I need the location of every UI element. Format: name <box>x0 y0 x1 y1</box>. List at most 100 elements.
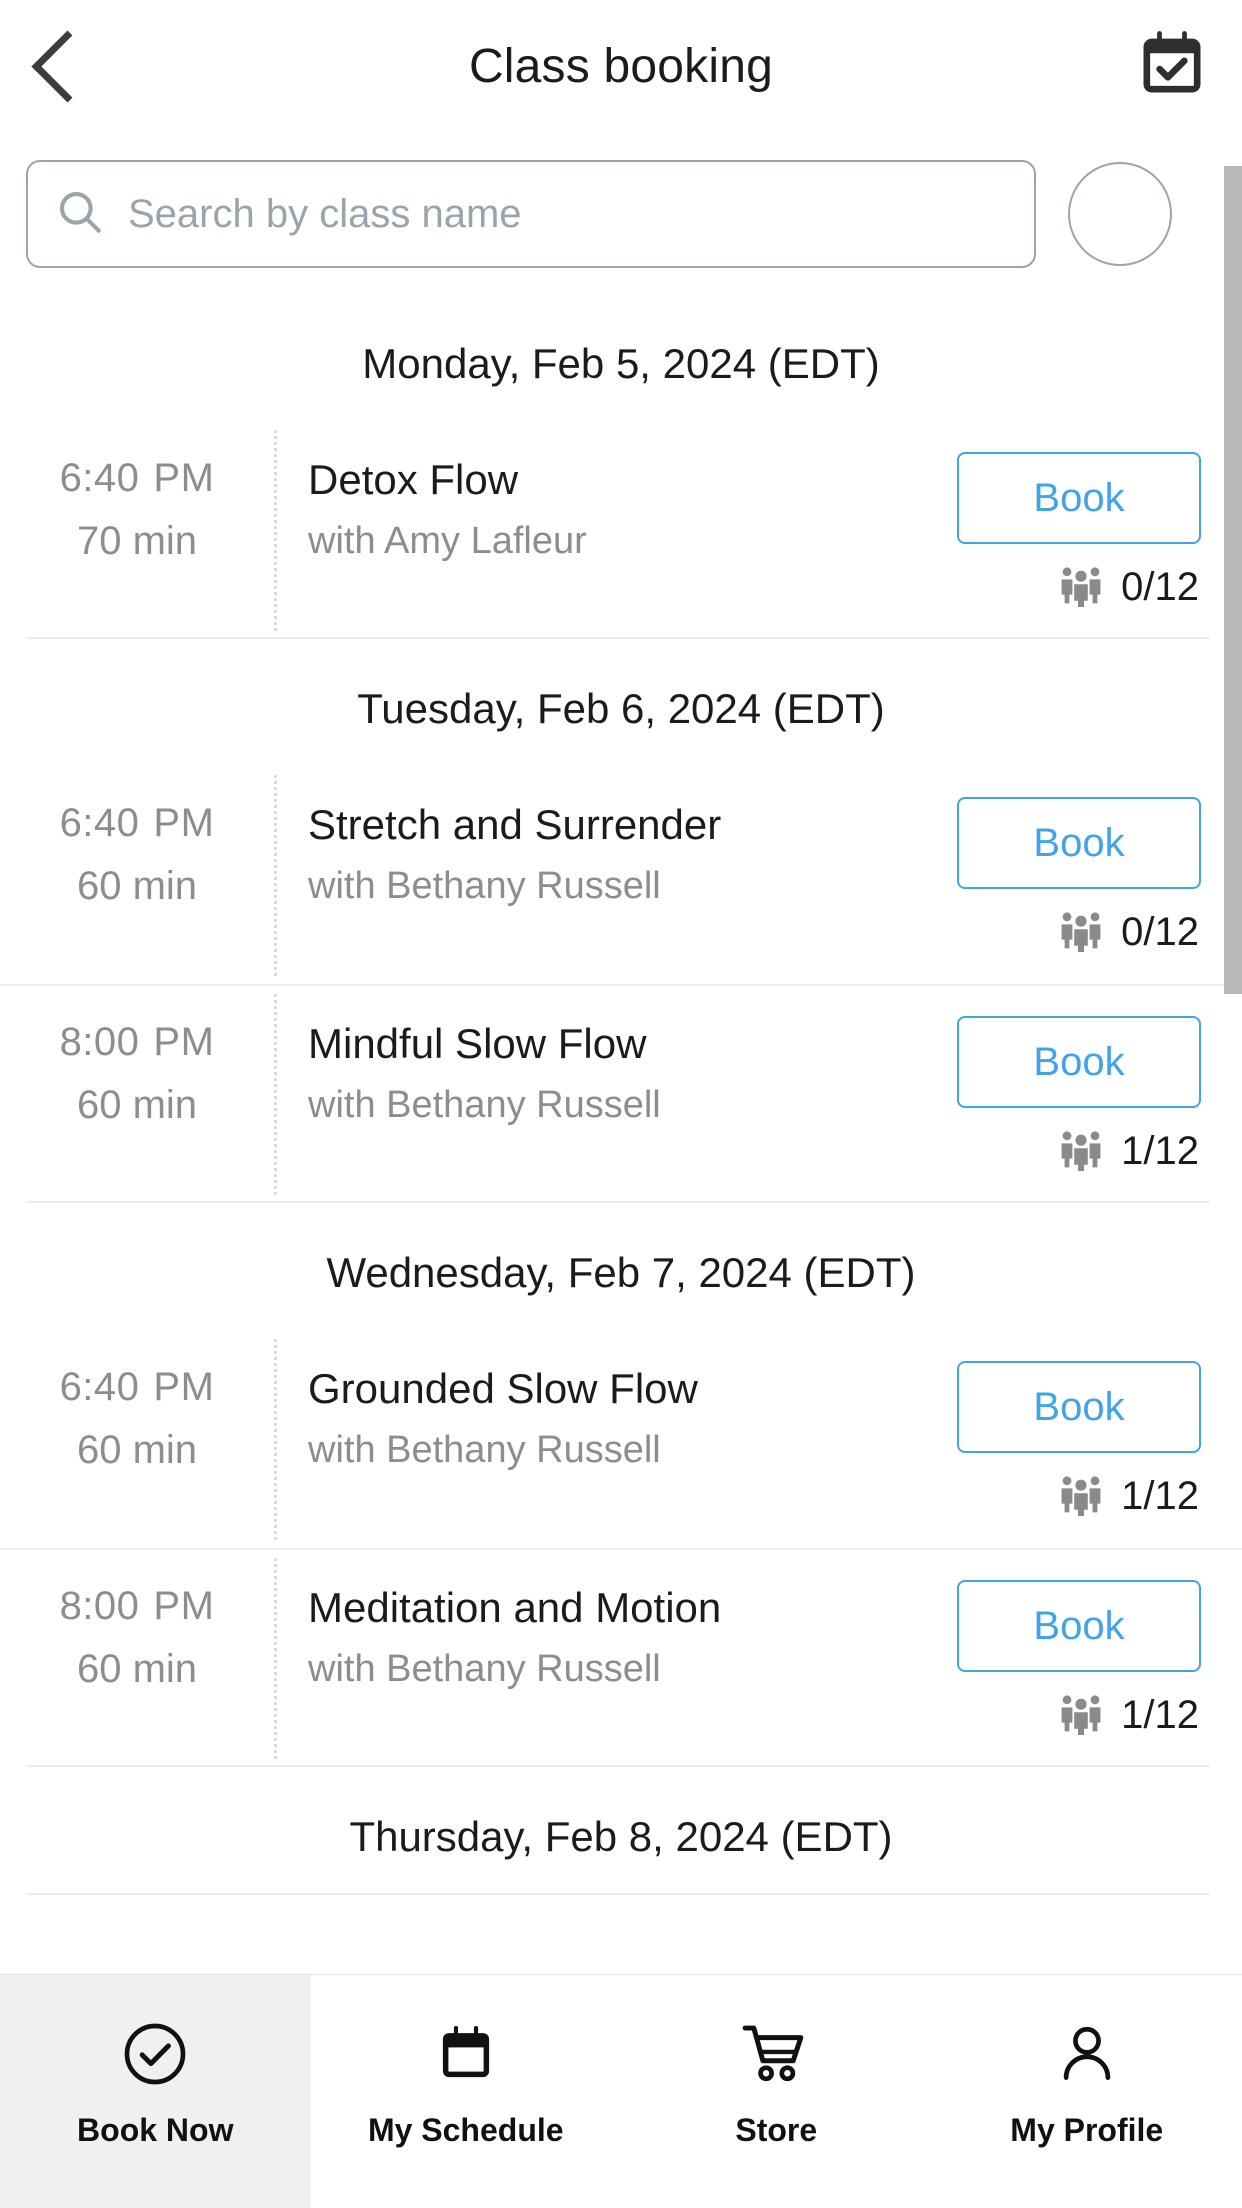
nav-item-label: Book Now <box>77 2112 234 2148</box>
calendar-check-button[interactable] <box>1102 25 1242 108</box>
nav-item-label: My Profile <box>1010 2112 1164 2148</box>
class-teacher: with Amy Lafleur <box>308 520 587 562</box>
calendar-check-icon <box>1134 25 1210 108</box>
class-capacity: 1/12 <box>957 1471 1201 1522</box>
class-info-column: Grounded Slow Flow with Bethany Russell <box>274 1361 944 1472</box>
class-time-value: 8:00 <box>59 1020 140 1064</box>
class-time-column: 8:00 PM 60 min <box>0 1016 274 1128</box>
day-block: Monday, Feb 5, 2024 (EDT) 6:40 PM 70 min Det… <box>0 294 1242 639</box>
people-group-icon <box>1057 907 1105 958</box>
class-time-value: 6:40 <box>59 801 140 845</box>
class-duration: 70 min <box>76 519 198 563</box>
class-time-column: 8:00 PM 60 min <box>0 1580 274 1692</box>
scrollbar[interactable] <box>1224 132 1242 2208</box>
class-time-ampm: PM <box>153 1365 215 1409</box>
class-capacity: 1/12 <box>957 1690 1201 1741</box>
class-time-ampm: PM <box>153 1020 215 1064</box>
class-time: 6:40 PM <box>0 801 274 846</box>
class-duration: 60 min <box>76 1428 198 1472</box>
row-divider <box>274 994 277 1195</box>
nav-item-my-profile[interactable]: My Profile <box>932 1975 1242 2208</box>
check-circle-icon <box>120 2012 190 2096</box>
row-divider <box>274 775 277 976</box>
nav-item-label: Store <box>735 2112 818 2148</box>
class-action-column: Book 1/12 <box>944 1016 1242 1177</box>
class-time-value: 6:40 <box>59 1365 140 1409</box>
class-time-value: 6:40 <box>59 456 140 500</box>
class-capacity: 0/12 <box>957 907 1201 958</box>
class-duration: 60 min <box>76 1083 198 1127</box>
day-block: Thursday, Feb 8, 2024 (EDT) <box>0 1767 1242 1895</box>
search-icon <box>54 186 106 243</box>
class-time-ampm: PM <box>153 801 215 845</box>
class-row[interactable]: 6:40 PM 70 min Detox Flow with Amy Lafleur Bo… <box>0 422 1242 639</box>
class-action-column: Book 0/12 <box>944 452 1242 613</box>
class-time-column: 6:40 PM 60 min <box>0 797 274 909</box>
bottom-navigation: Book Now My Schedule Store My Profile <box>0 1974 1242 2208</box>
shopping-cart-icon <box>738 2012 814 2096</box>
class-row[interactable]: 8:00 PM 60 min Meditation and Motion with Be… <box>0 1548 1242 1767</box>
class-row[interactable]: 6:40 PM 60 min Grounded Slow Flow with Betha… <box>0 1331 1242 1548</box>
class-duration: 60 min <box>76 1647 198 1691</box>
day-header: Monday, Feb 5, 2024 (EDT) <box>362 340 880 387</box>
book-button[interactable]: Book <box>957 797 1201 889</box>
class-row[interactable]: 8:00 PM 60 min Mindful Slow Flow with Bethan… <box>0 984 1242 1203</box>
class-schedule-list: Monday, Feb 5, 2024 (EDT) 6:40 PM 70 min Det… <box>0 294 1242 1895</box>
day-header: Wednesday, Feb 7, 2024 (EDT) <box>326 1249 916 1296</box>
class-time: 6:40 PM <box>0 456 274 501</box>
row-divider <box>274 430 277 631</box>
nav-item-store[interactable]: Store <box>621 1975 932 2208</box>
people-group-icon <box>1057 1126 1105 1177</box>
class-name: Detox Flow <box>308 456 519 503</box>
class-time-ampm: PM <box>153 1584 215 1628</box>
class-capacity-text: 0/12 <box>1121 910 1199 954</box>
class-teacher: with Bethany Russell <box>308 1429 661 1471</box>
people-group-icon <box>1057 562 1105 613</box>
class-info-column: Mindful Slow Flow with Bethany Russell <box>274 1016 944 1127</box>
row-divider <box>274 1339 277 1540</box>
class-row[interactable]: 6:40 PM 60 min Stretch and Surrender with Be… <box>0 767 1242 984</box>
book-button[interactable]: Book <box>957 1580 1201 1672</box>
class-duration: 60 min <box>76 864 198 908</box>
book-button[interactable]: Book <box>957 1361 1201 1453</box>
class-name: Meditation and Motion <box>308 1584 722 1631</box>
search-box[interactable] <box>26 160 1036 268</box>
class-capacity-text: 1/12 <box>1121 1129 1199 1173</box>
class-time-column: 6:40 PM 60 min <box>0 1361 274 1473</box>
book-button[interactable]: Book <box>957 1016 1201 1108</box>
chevron-left-icon <box>30 29 104 103</box>
class-name: Grounded Slow Flow <box>308 1365 698 1412</box>
class-capacity-text: 1/12 <box>1121 1474 1199 1518</box>
person-icon <box>1054 2012 1120 2096</box>
class-action-column: Book 1/12 <box>944 1361 1242 1522</box>
search-row <box>0 132 1242 294</box>
search-input[interactable] <box>126 190 970 238</box>
people-group-icon <box>1057 1471 1105 1522</box>
book-button[interactable]: Book <box>957 452 1201 544</box>
day-block: Tuesday, Feb 6, 2024 (EDT) 6:40 PM 60 min St… <box>0 639 1242 1203</box>
class-capacity: 1/12 <box>957 1126 1201 1177</box>
nav-item-my-schedule[interactable]: My Schedule <box>311 1975 622 2208</box>
class-name: Stretch and Surrender <box>308 801 722 848</box>
back-button[interactable] <box>0 29 120 103</box>
class-teacher: with Bethany Russell <box>308 1084 661 1126</box>
class-time-value: 8:00 <box>59 1584 140 1628</box>
class-name: Mindful Slow Flow <box>308 1020 647 1067</box>
class-info-column: Meditation and Motion with Bethany Russel… <box>274 1580 944 1691</box>
class-capacity: 0/12 <box>957 562 1201 613</box>
day-header: Tuesday, Feb 6, 2024 (EDT) <box>357 685 885 732</box>
nav-item-label: My Schedule <box>367 2112 564 2148</box>
nav-item-book-now[interactable]: Book Now <box>0 1975 311 2208</box>
scrollbar-thumb[interactable] <box>1224 166 1242 994</box>
class-time-ampm: PM <box>153 456 215 500</box>
day-header: Thursday, Feb 8, 2024 (EDT) <box>349 1813 893 1860</box>
class-teacher: with Bethany Russell <box>308 1648 661 1690</box>
class-action-column: Book 1/12 <box>944 1580 1242 1741</box>
class-time: 8:00 PM <box>0 1020 274 1065</box>
avatar-circle-icon[interactable] <box>1068 162 1172 266</box>
people-group-icon <box>1057 1690 1105 1741</box>
class-info-column: Stretch and Surrender with Bethany Russel… <box>274 797 944 908</box>
calendar-icon <box>433 2012 499 2096</box>
class-teacher: with Bethany Russell <box>308 865 661 907</box>
class-capacity-text: 1/12 <box>1121 1693 1199 1737</box>
